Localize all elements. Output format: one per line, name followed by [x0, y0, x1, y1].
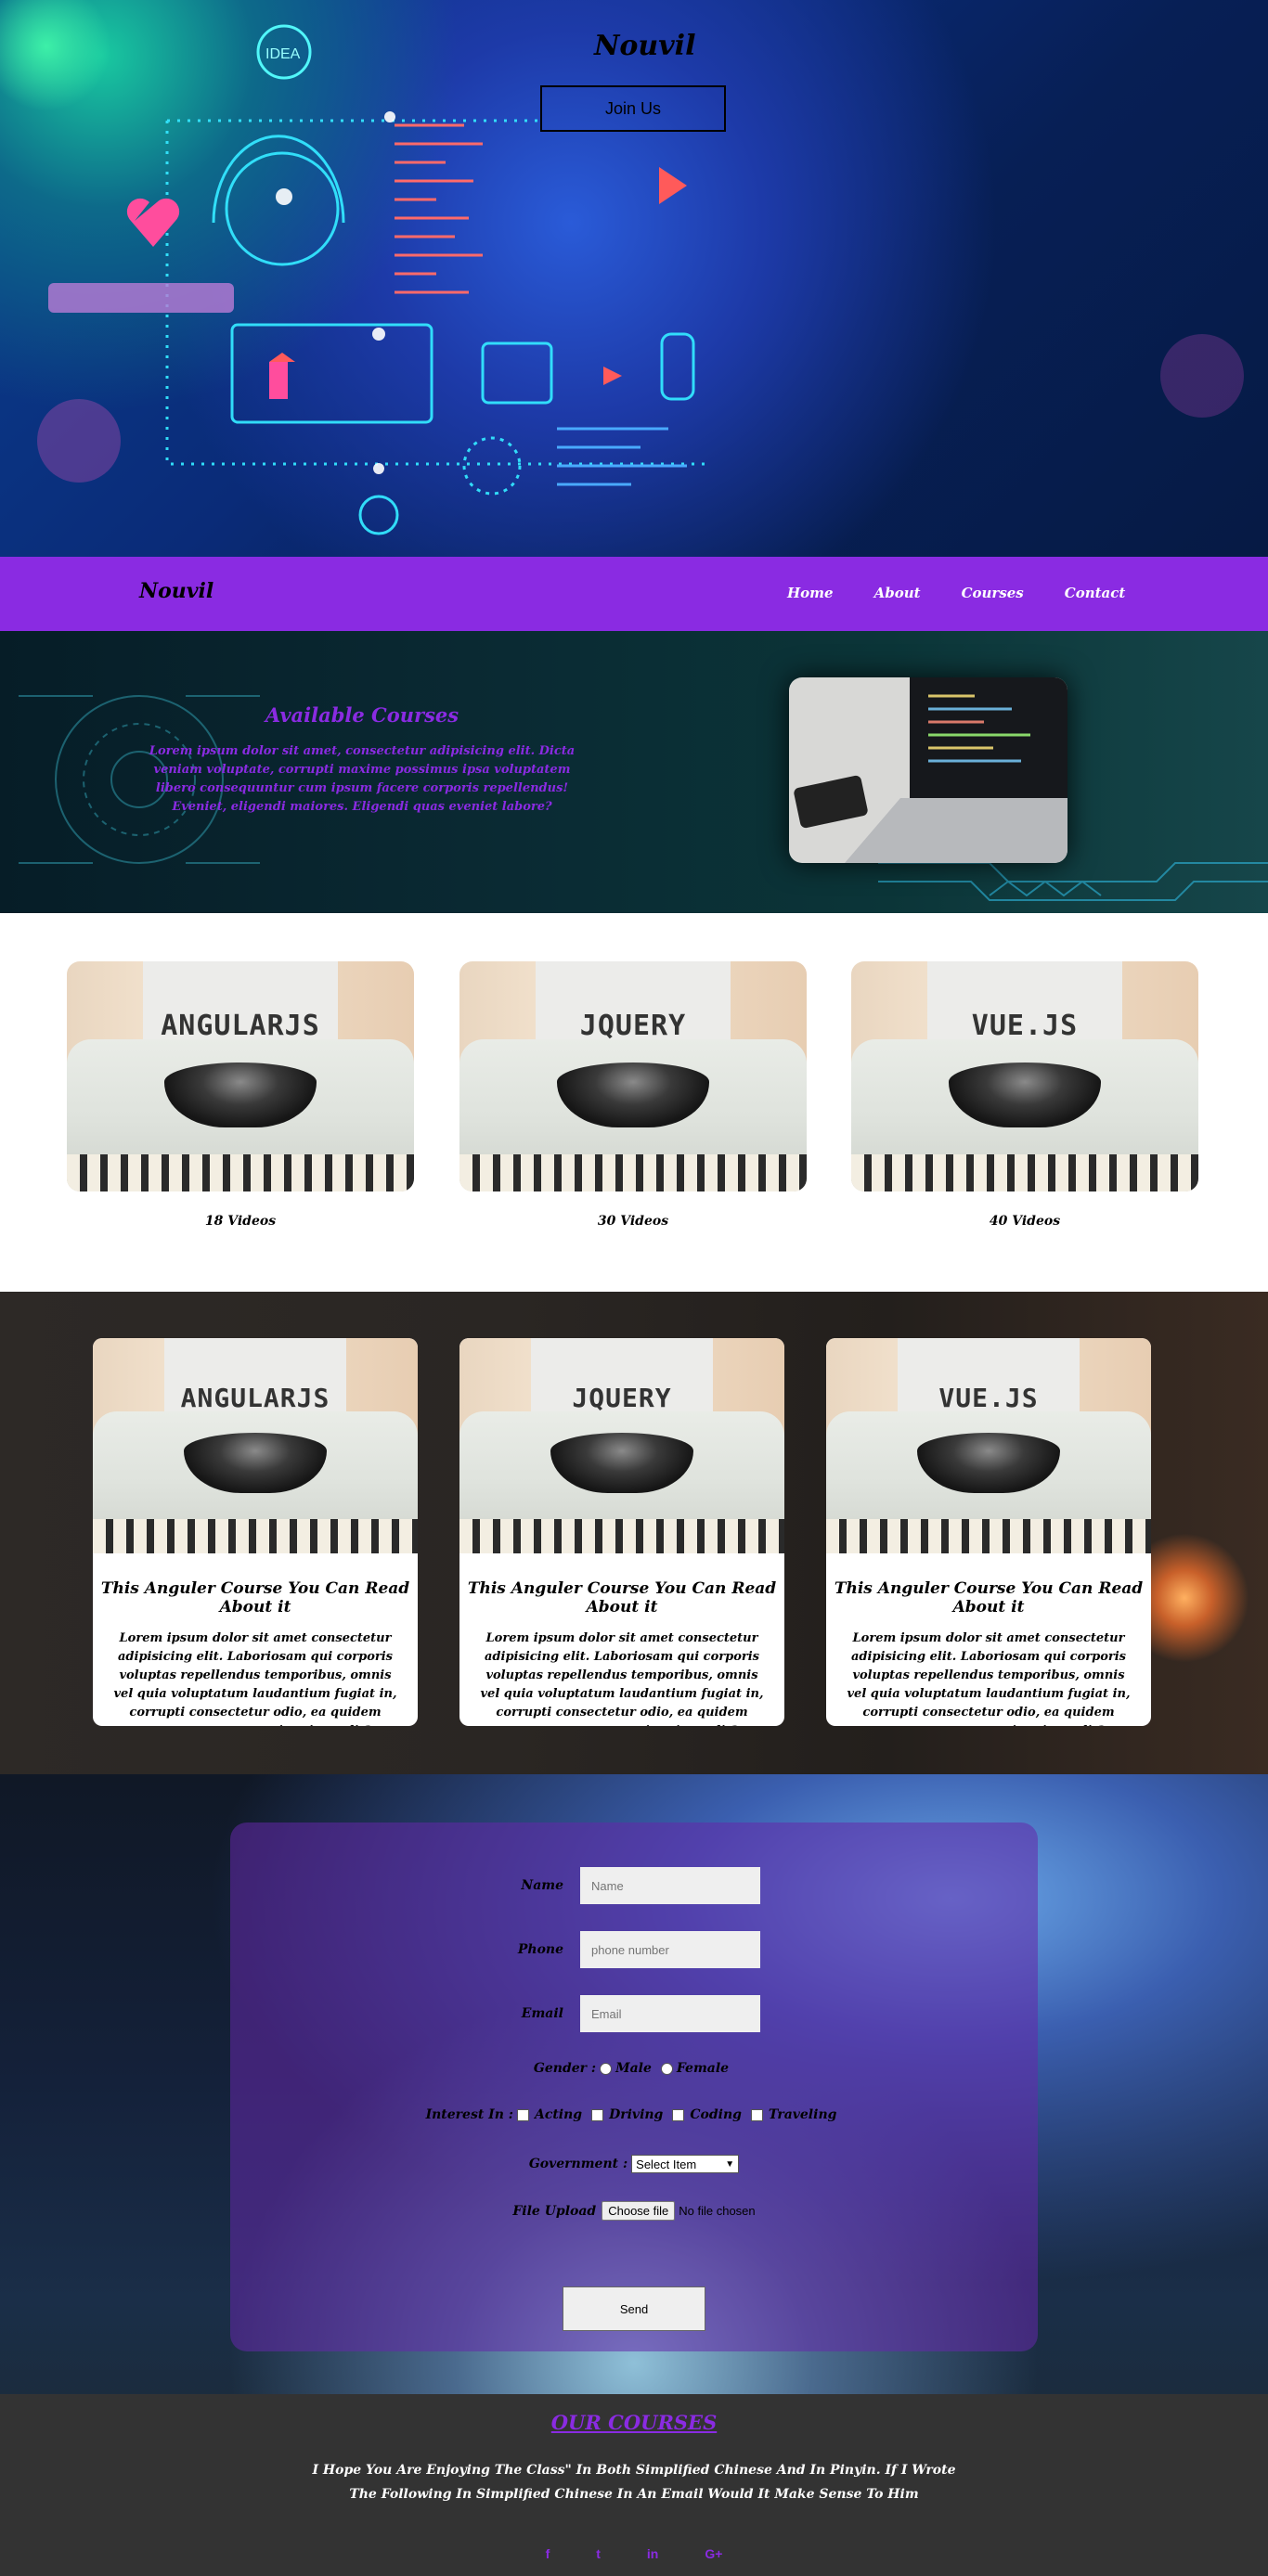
interest-traveling-checkbox[interactable]	[750, 2108, 763, 2121]
video-count: 30 Videos	[597, 1214, 669, 1229]
email-row: Email	[230, 1995, 1038, 2032]
gender-row: Gender : Male Female	[230, 2061, 1038, 2076]
name-label: Name	[521, 1878, 563, 1893]
name-row: Name	[230, 1867, 1038, 1904]
hero-decor	[1160, 334, 1244, 418]
course-name: VUE.JS	[938, 1383, 1039, 1413]
join-us-button[interactable]: Join Us	[540, 85, 726, 132]
course-name: VUE.JS	[971, 1010, 1079, 1042]
course-card-title: This Anguler Course You Can Read About i…	[834, 1579, 1144, 1616]
interest-row: Interest In : Acting Driving Coding Trav…	[230, 2107, 1038, 2122]
course-image: VUE.JS	[851, 961, 1198, 1191]
banner-title: Available Courses	[265, 703, 459, 727]
course-card[interactable]: JQUERY This Anguler Course You Can Read …	[459, 1338, 784, 1726]
gender-male-radio[interactable]	[600, 2062, 613, 2075]
choose-file-button[interactable]: Choose file	[602, 2201, 676, 2221]
file-row: File Upload Choose file No file chosen	[230, 2201, 1038, 2221]
course-card[interactable]: ANGULARJS This Anguler Course You Can Re…	[93, 1338, 418, 1726]
contact-form-section: Name Phone Email Gender : Male Female In…	[0, 1774, 1268, 2394]
google-plus-icon[interactable]: G+	[705, 2546, 722, 2561]
phone-label: Phone	[517, 1942, 563, 1957]
email-label: Email	[521, 2006, 563, 2021]
nav-link-courses[interactable]: Courses	[962, 585, 1024, 601]
video-count: 18 Videos	[204, 1214, 277, 1229]
nav-logo[interactable]: Nouvil	[139, 579, 213, 603]
contact-form: Name Phone Email Gender : Male Female In…	[230, 1823, 1038, 2351]
interest-acting-checkbox[interactable]	[516, 2108, 529, 2121]
hero-title: Nouvil	[594, 30, 696, 62]
email-input[interactable]	[580, 1995, 760, 2032]
banner-description: Lorem ipsum dolor sit amet, consectetur …	[149, 744, 576, 814]
course-card-text: Lorem ipsum dolor sit amet consectetur a…	[480, 1631, 764, 1726]
video-card[interactable]: ANGULARJS 18 Videos	[67, 961, 414, 1229]
interest-traveling-label: Traveling	[768, 2107, 837, 2122]
interest-driving-label: Driving	[609, 2107, 664, 2122]
footer-title: OUR COURSES	[550, 2411, 718, 2434]
gender-female-label: Female	[676, 2061, 730, 2076]
send-button[interactable]: Send	[563, 2286, 705, 2331]
interest-acting-label: Acting	[534, 2107, 583, 2122]
course-card-title: This Anguler Course You Can Read About i…	[100, 1579, 410, 1616]
interest-coding-label: Coding	[690, 2107, 742, 2122]
hero-illustration: IDEA	[48, 24, 705, 535]
government-select[interactable]: Select Item ▼	[631, 2155, 740, 2173]
facebook-icon[interactable]: f	[546, 2546, 550, 2561]
government-row: Government : Select Item ▼	[230, 2155, 1038, 2173]
gender-male-label: Male	[615, 2061, 652, 2076]
course-card-title: This Anguler Course You Can Read About i…	[467, 1579, 777, 1616]
video-card[interactable]: JQUERY 30 Videos	[459, 961, 807, 1229]
course-image: ANGULARJS	[93, 1338, 418, 1553]
file-upload-label: File Upload	[512, 2203, 597, 2219]
course-name: JQUERY	[579, 1010, 687, 1042]
social-links: f t in G+	[0, 2546, 1268, 2561]
main-nav: Nouvil Home About Courses Contact	[0, 557, 1268, 631]
available-courses-banner: Available Courses Lorem ipsum dolor sit …	[0, 631, 1268, 913]
gender-female-radio[interactable]	[660, 2062, 673, 2075]
hero-section: IDEA Nouvil Join Us	[0, 0, 1268, 557]
course-cards-section: ANGULARJS This Anguler Course You Can Re…	[0, 1292, 1268, 1774]
laptop-image	[789, 677, 1067, 863]
videos-section: ANGULARJS 18 Videos JQUERY 30 Videos VUE…	[0, 913, 1268, 1292]
course-name: JQUERY	[572, 1383, 672, 1413]
course-image: ANGULARJS	[67, 961, 414, 1191]
video-card[interactable]: VUE.JS 40 Videos	[851, 961, 1198, 1229]
linkedin-icon[interactable]: in	[647, 2546, 658, 2561]
video-count: 40 Videos	[989, 1214, 1061, 1229]
footer: OUR COURSES I Hope You Are Enjoying The …	[0, 2394, 1268, 2576]
phone-input[interactable]	[580, 1931, 760, 1968]
phone-row: Phone	[230, 1931, 1038, 1968]
nav-link-home[interactable]: Home	[787, 585, 834, 601]
interest-coding-checkbox[interactable]	[672, 2108, 685, 2121]
nav-links: Home About Courses Contact	[787, 585, 1166, 601]
gender-label: Gender :	[533, 2061, 597, 2076]
twitter-icon[interactable]: t	[596, 2546, 601, 2561]
course-image: JQUERY	[459, 961, 807, 1191]
course-name: ANGULARJS	[180, 1383, 330, 1413]
course-card[interactable]: VUE.JS This Anguler Course You Can Read …	[826, 1338, 1151, 1726]
nav-link-about[interactable]: About	[874, 585, 921, 601]
course-image: JQUERY	[459, 1338, 784, 1553]
footer-text: I Hope You Are Enjoying The Class" In Bo…	[312, 2463, 956, 2502]
interest-label: Interest In :	[425, 2107, 513, 2122]
nav-link-contact[interactable]: Contact	[1065, 585, 1126, 601]
name-input[interactable]	[580, 1867, 760, 1904]
chevron-down-icon: ▼	[725, 2158, 735, 2170]
course-name: ANGULARJS	[161, 1010, 320, 1042]
government-label: Government :	[528, 2157, 628, 2171]
file-status: No file chosen	[679, 2204, 756, 2218]
course-image: VUE.JS	[826, 1338, 1151, 1553]
course-card-text: Lorem ipsum dolor sit amet consectetur a…	[113, 1631, 397, 1726]
government-select-value: Select Item	[636, 2157, 697, 2171]
svg-text:IDEA: IDEA	[265, 46, 301, 62]
course-card-text: Lorem ipsum dolor sit amet consectetur a…	[847, 1631, 1131, 1726]
interest-driving-checkbox[interactable]	[591, 2108, 604, 2121]
